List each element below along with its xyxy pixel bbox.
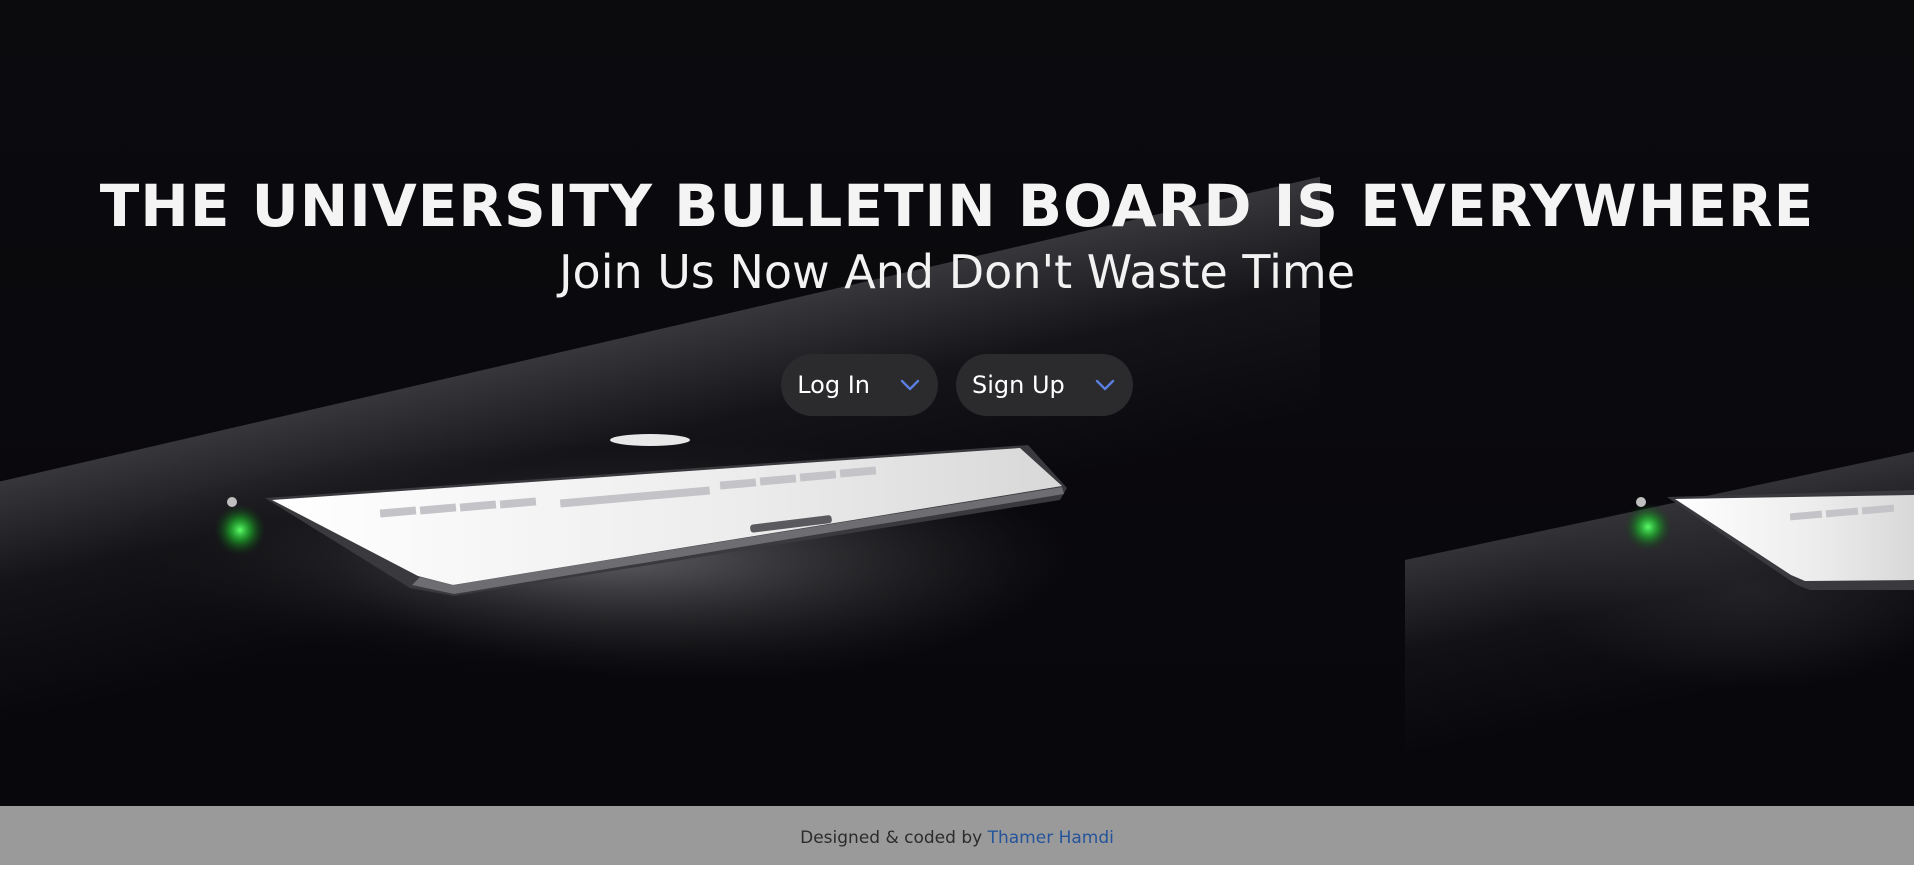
- laptop-repeat: [1667, 490, 1914, 590]
- page-edge: [1914, 0, 1920, 865]
- footer: Designed & coded by Thamer Hamdi: [0, 806, 1914, 865]
- signup-label: Sign Up: [972, 371, 1065, 399]
- login-dropdown-button[interactable]: Log In: [781, 354, 938, 416]
- signup-dropdown-button[interactable]: Sign Up: [956, 354, 1133, 416]
- hero-content: THE UNIVERSITY BULLETIN BOARD IS EVERYWH…: [0, 170, 1914, 416]
- chevron-down-icon: [900, 379, 920, 391]
- power-light: [214, 504, 266, 556]
- hero-section: THE UNIVERSITY BULLETIN BOARD IS EVERYWH…: [0, 0, 1914, 806]
- page-title: THE UNIVERSITY BULLETIN BOARD IS EVERYWH…: [99, 172, 1815, 240]
- login-label: Log In: [797, 371, 870, 399]
- auth-buttons: Log In Sign Up: [0, 354, 1914, 416]
- chevron-down-icon: [1095, 379, 1115, 391]
- power-light-repeat: [1624, 503, 1672, 551]
- author-link[interactable]: Thamer Hamdi: [988, 828, 1114, 848]
- page-subtitle: Join Us Now And Don't Waste Time: [558, 245, 1355, 299]
- footer-credit: Designed & coded by: [800, 828, 983, 848]
